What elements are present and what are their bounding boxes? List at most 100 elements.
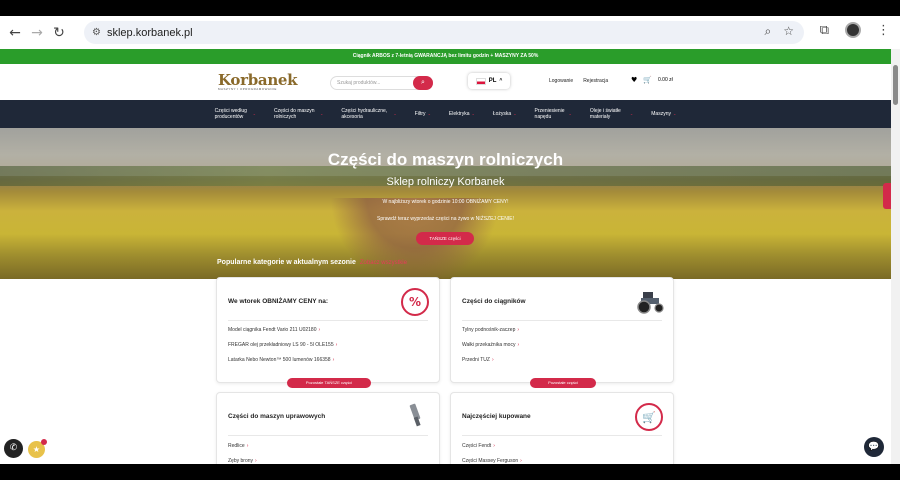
card-link[interactable]: Latarka Nebo Newton™ 500 lumenów 166358 ›	[228, 357, 334, 363]
menu-item-label: Części hydrauliczne, akcesoria	[341, 108, 388, 120]
card-divider	[228, 320, 428, 321]
card-title: We wtorek OBNIŻAMY CENY na:	[228, 298, 329, 305]
popular-categories-heading: Popularne kategorie w aktualnym sezonie Z…	[217, 259, 407, 266]
category-card[interactable]: We wtorek OBNIŻAMY CENY na: % Model ciąg…	[216, 277, 440, 388]
browser-toolbar: ← → ↻ ⚙ sklep.korbanek.pl ⌕ ☆ ⧉ ⋮	[0, 16, 900, 49]
menu-item-oils[interactable]: Oleje i światłe materiały ⌄	[590, 108, 633, 120]
card-icon-wrap	[401, 401, 429, 429]
back-icon[interactable]: ←	[4, 22, 26, 44]
chevron-right-icon: ›	[255, 458, 257, 464]
chevron-right-icon: ›	[318, 327, 321, 333]
extensions-icon[interactable]: ⧉	[820, 23, 829, 38]
card-title: Części do ciągników	[462, 298, 526, 305]
main-menu: Części według producentów ⌄ Części do mas…	[0, 100, 891, 128]
chevron-down-icon: ⌄	[252, 111, 256, 116]
menu-item-producers[interactable]: Części według producentów ⌄	[215, 108, 256, 120]
address-bar[interactable]: ⚙ sklep.korbanek.pl ⌕ ☆	[84, 21, 804, 44]
chevron-up-icon: ^	[499, 78, 503, 84]
site-logo[interactable]: Korbanek MASZYNY I OPROGRAMOWANIE	[218, 71, 298, 91]
popular-heading-text: Popularne kategorie w aktualnym sezonie	[217, 259, 356, 266]
menu-item-machines[interactable]: Maszyny ⌄	[651, 111, 676, 117]
chevron-right-icon: ›	[517, 342, 520, 348]
site-info-icon[interactable]: ⚙	[92, 27, 101, 38]
cart-icon[interactable]: 🛒	[643, 76, 652, 84]
cart-price[interactable]: 0.00 zł	[658, 77, 673, 83]
language-selector[interactable]: PL ^	[468, 73, 510, 89]
browser-menu-icon[interactable]: ⋮	[877, 23, 890, 38]
more-cheaper-parts-button[interactable]: Pozostałe TAŃSZE części	[287, 378, 371, 388]
phone-icon[interactable]: ✆	[4, 439, 23, 458]
menu-item-hydraulics[interactable]: Części hydrauliczne, akcesoria ⌄	[341, 108, 396, 120]
tractor-icon	[637, 292, 664, 314]
menu-item-bearings[interactable]: Łożyska ⌄	[493, 111, 517, 117]
bookmark-star-icon[interactable]: ☆	[783, 24, 794, 39]
card-link-text: FREGAR olej przekładniowy LS 90 - 5l OLE…	[228, 342, 334, 348]
card-link[interactable]: Wałki przekaźnika mocy ›	[462, 342, 519, 348]
poland-flag-icon	[475, 77, 486, 85]
search-button[interactable]: ⌕	[413, 76, 433, 90]
profile-avatar[interactable]	[845, 22, 861, 38]
chevron-down-icon: ⌄	[568, 111, 572, 116]
promo-banner[interactable]: Ciągnik ARBOS z 7-letnią GWARANCJĄ bez l…	[0, 49, 891, 64]
chevron-right-icon: ›	[491, 357, 494, 363]
menu-item-label: Maszyny	[651, 111, 671, 117]
menu-item-drive[interactable]: Przeniesienie napędu ⌄	[535, 108, 572, 120]
hero-announcement: W najbliższy wtorek o godzinie 10:00 OBN…	[382, 199, 509, 205]
card-link[interactable]: FREGAR olej przekładniowy LS 90 - 5l OLE…	[228, 342, 337, 348]
card-link[interactable]: Przedni TUZ ›	[462, 357, 494, 363]
search-icon: ⌕	[421, 79, 425, 86]
search-placeholder: Szukaj produktów...	[337, 80, 381, 86]
menu-item-label: Części do maszyn rolniczych	[274, 108, 315, 120]
hero-banner: Części do maszyn rolniczych Sklep rolnic…	[0, 128, 891, 279]
card-link-text: Części Fendt	[462, 443, 492, 449]
card-link[interactable]: Zęby brony ›	[228, 458, 257, 464]
card-link[interactable]: Model ciągnika Fendt Vario 211 U02180 ›	[228, 327, 320, 333]
card-link-text: Redlice	[228, 443, 245, 449]
scrollbar-thumb[interactable]	[893, 65, 898, 105]
more-parts-button[interactable]: Pozostałe części	[530, 378, 596, 388]
category-card[interactable]: Najczęściej kupowane 🛒 Części Fendt › Czę…	[450, 392, 674, 464]
card-link[interactable]: Części Massey Ferguson ›	[462, 458, 522, 464]
menu-item-electrics[interactable]: Elektryka ⌄	[449, 111, 475, 117]
register-link[interactable]: Rejestracja	[583, 78, 608, 84]
login-link[interactable]: Logowanie	[549, 78, 573, 84]
menu-item-label: Przeniesienie napędu	[534, 108, 565, 120]
menu-item-label: Części według producentów	[214, 108, 247, 120]
see-all-link[interactable]: Zobacz wszystkie	[360, 260, 407, 266]
card-link[interactable]: Części Fendt ›	[462, 443, 495, 449]
card-icon-wrap	[635, 286, 664, 314]
menu-item-label: Oleje i światłe materiały	[589, 108, 621, 120]
chevron-right-icon: ›	[520, 458, 522, 464]
chevron-right-icon: ›	[246, 443, 249, 449]
category-card[interactable]: Części do ciągników Tylny podnośnik-zacz…	[450, 277, 674, 388]
heart-icon[interactable]: ♥	[631, 76, 637, 84]
chevron-right-icon: ›	[332, 357, 335, 363]
reload-icon[interactable]: ↻	[48, 22, 70, 44]
card-icon-wrap: 🛒	[635, 403, 663, 431]
tine-icon	[409, 403, 421, 427]
menu-item-filters[interactable]: Filtry ⌄	[415, 111, 431, 117]
search-input[interactable]: Szukaj produktów... ⌕	[330, 76, 433, 90]
cheaper-parts-button[interactable]: TAŃSZE części	[416, 232, 474, 245]
page-scrollbar[interactable]	[891, 49, 900, 464]
menu-item-label: Elektryka	[448, 111, 470, 117]
notification-dot	[41, 439, 47, 445]
chat-icon[interactable]: 💬	[864, 437, 884, 457]
chevron-down-icon: ⌄	[320, 111, 324, 116]
promo-text: Ciągnik ARBOS z 7-letnią GWARANCJĄ bez l…	[352, 53, 539, 59]
hero-road	[330, 198, 500, 279]
card-link[interactable]: Redlice ›	[228, 443, 248, 449]
url-text: sklep.korbanek.pl	[106, 26, 193, 39]
percent-icon: %	[401, 288, 429, 316]
badge-icon[interactable]: ★	[28, 439, 47, 458]
card-link[interactable]: Tylny podnośnik-zaczep ›	[462, 327, 519, 333]
chevron-down-icon: ⌄	[629, 111, 634, 116]
category-card[interactable]: Części do maszyn uprawowych Redlice › Zęb…	[216, 392, 440, 464]
chevron-down-icon: ⌄	[427, 111, 431, 116]
card-title: Najczęściej kupowane	[462, 413, 531, 420]
menu-item-agri-parts[interactable]: Części do maszyn rolniczych ⌄	[274, 108, 323, 120]
card-link-text: Wałki przekaźnika mocy	[462, 342, 516, 348]
side-feedback-tab[interactable]	[883, 183, 891, 209]
forward-icon[interactable]: →	[26, 22, 48, 44]
zoom-icon[interactable]: ⌕	[765, 24, 772, 39]
